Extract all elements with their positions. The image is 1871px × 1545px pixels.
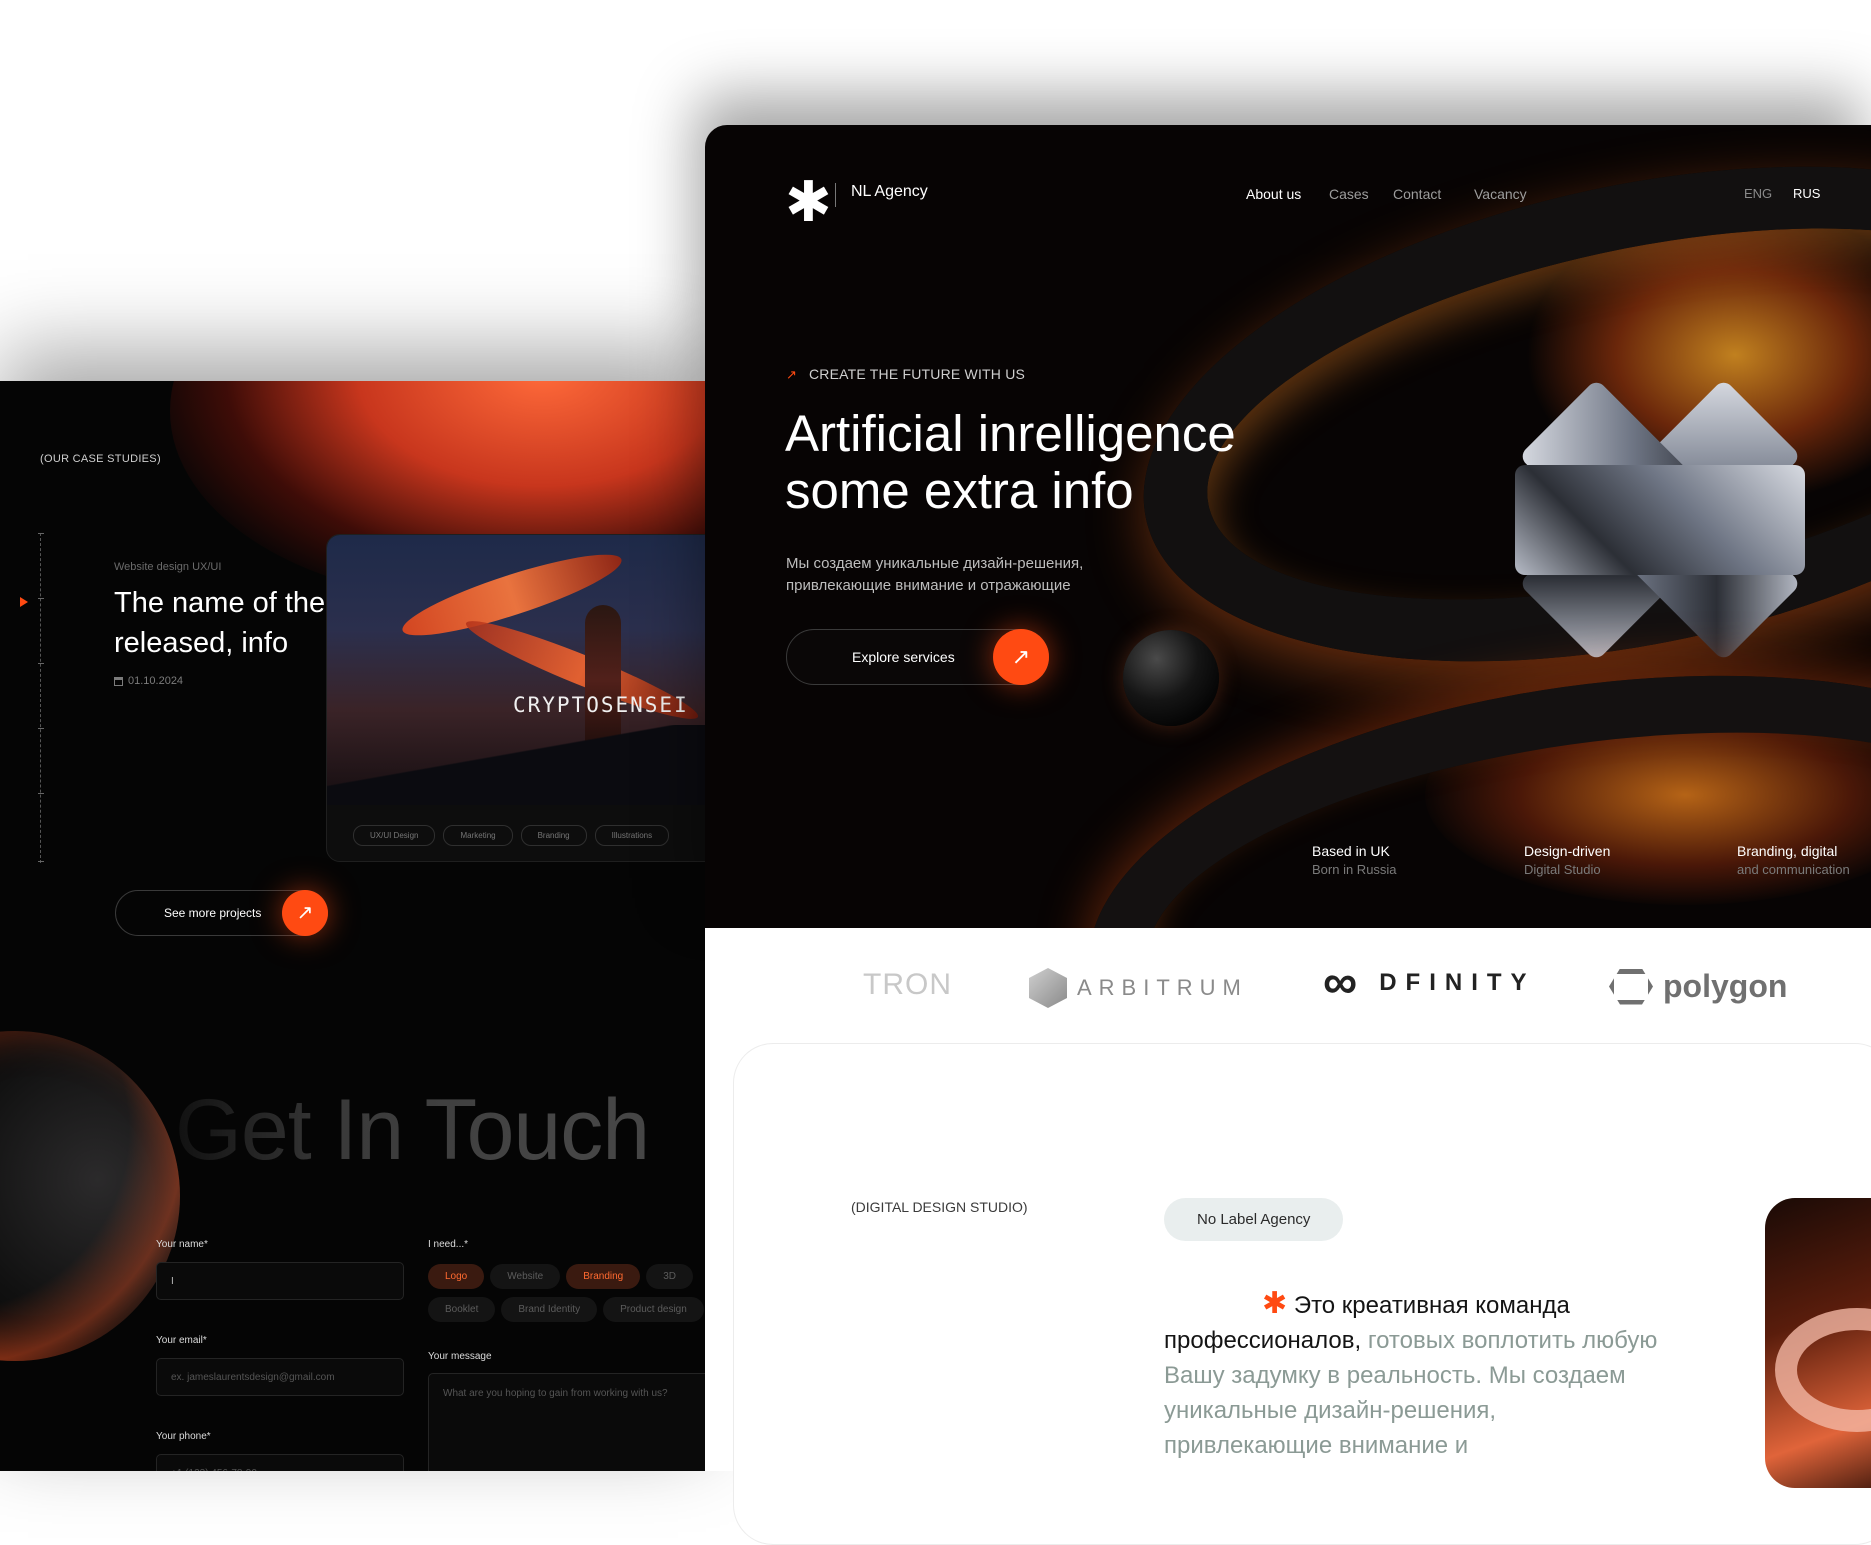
option-chip-logo[interactable]: Logo [428, 1264, 485, 1289]
tron-name: TRON [863, 968, 952, 1001]
about-text: ✱ Это креативная команда профессионалов,… [1164, 1286, 1664, 1463]
option-chip-brand-identity[interactable]: Brand Identity [501, 1297, 598, 1322]
service-options: Logo Website Branding 3D Booklet Brand Ident… [428, 1264, 706, 1330]
case-date: 01.10.2024 [114, 675, 183, 687]
brand-logo-arbitrum: ARBITRUM [1029, 968, 1248, 1008]
option-chip-product-design[interactable]: Product design [603, 1297, 704, 1322]
dfinity-name: DFINITY [1379, 969, 1536, 996]
stat-subtitle: Digital Studio [1524, 862, 1601, 877]
phone-label: Your phone* [156, 1431, 211, 1442]
lang-rus[interactable]: RUS [1793, 186, 1820, 201]
ring-decoration [1775, 1308, 1871, 1432]
hero-eyebrow: CREATE THE FUTURE WITH US [809, 366, 1026, 382]
option-chip-branding[interactable]: Branding [566, 1264, 641, 1289]
name-field[interactable]: I [156, 1262, 404, 1300]
email-label: Your email* [156, 1335, 207, 1346]
hero-panel: ✱ NL Agency About us Cases Contact Vacan… [705, 125, 1871, 928]
white-section: TRON ARBITRUM ∞ DFINITY polygon (DIGITAL… [705, 928, 1871, 1545]
project-tag[interactable]: UX/UI Design [353, 825, 436, 846]
asterisk-icon: ✱ [1262, 1286, 1288, 1321]
metal-star-decoration [1515, 465, 1805, 575]
dark-ball-decoration [1123, 630, 1219, 726]
timeline-tick [38, 793, 44, 794]
agency-pill[interactable]: No Label Agency [1164, 1198, 1344, 1241]
brand-logo-polygon: polygon [1609, 968, 1787, 1005]
project-image[interactable]: CRYPTOSENSEI [327, 535, 706, 805]
hero-subtitle: Мы создаем уникальные дизайн-решения, пр… [786, 555, 1084, 594]
arrow-up-right-icon[interactable]: ↗ [282, 890, 328, 936]
arbitrum-name: ARBITRUM [1077, 975, 1248, 1000]
asterisk-logo-icon[interactable]: ✱ [785, 175, 832, 231]
nav-cases[interactable]: Cases [1329, 186, 1369, 202]
see-more-projects-button[interactable]: See more projects ↗ [115, 890, 328, 936]
stat-item: Branding, digital and communication [1737, 843, 1850, 877]
polygon-name: polygon [1663, 968, 1788, 1004]
stat-subtitle: and communication [1737, 862, 1850, 877]
brand-logo-tron: TRON [863, 968, 952, 1002]
project-tag[interactable]: Illustrations [594, 825, 670, 846]
project-tags: UX/UI Design Marketing Branding Illustra… [353, 825, 670, 846]
explore-services-button[interactable]: Explore services ↗ [786, 629, 1049, 685]
timeline [38, 533, 44, 863]
see-more-label: See more projects [164, 906, 262, 920]
timeline-tick [38, 861, 44, 862]
nav-vacancy[interactable]: Vacancy [1474, 186, 1527, 202]
case-studies-label: (OUR CASE STUDIES) [40, 453, 161, 465]
get-in-touch-heading: Get In Touch [175, 1082, 650, 1178]
about-image [1765, 1198, 1871, 1488]
stat-title: Branding, digital [1737, 843, 1838, 859]
message-field[interactable]: What are you hoping to gain from working… [428, 1373, 706, 1471]
phone-field[interactable]: +1 (123) 456-78-90 [156, 1454, 404, 1471]
case-studies-panel: (OUR CASE STUDIES) Website design UX/UI … [0, 381, 706, 1471]
project-tag[interactable]: Branding [520, 825, 587, 846]
brand-logo-dfinity: ∞ DFINITY [1323, 956, 1536, 1009]
nav-about-us[interactable]: About us [1246, 186, 1301, 202]
case-category: Website design UX/UI [114, 561, 222, 573]
stat-item: Design-driven Digital Studio [1524, 843, 1610, 877]
lang-eng[interactable]: ENG [1744, 186, 1772, 201]
stat-subtitle: Born in Russia [1312, 862, 1397, 877]
option-chip-website[interactable]: Website [490, 1264, 561, 1289]
project-card[interactable]: CRYPTOSENSEI UX/UI Design Marketing Bran… [326, 534, 706, 862]
timeline-tick [38, 598, 44, 599]
message-label: Your message [428, 1351, 492, 1362]
infinity-icon: ∞ [1323, 956, 1358, 1009]
arbitrum-icon [1029, 968, 1067, 1008]
stat-item: Based in UK Born in Russia [1312, 843, 1397, 877]
sphere-rim-glow [0, 1031, 180, 1361]
case-date-text: 01.10.2024 [128, 675, 184, 687]
brand-name[interactable]: NL Agency [851, 183, 928, 201]
timeline-tick [38, 728, 44, 729]
polygon-icon [1609, 968, 1653, 1005]
option-chip-3d[interactable]: 3D [646, 1264, 694, 1289]
need-label: I need...* [428, 1239, 469, 1250]
trend-up-icon: ↗ [786, 367, 797, 382]
mountains [327, 725, 706, 805]
stat-title: Based in UK [1312, 843, 1390, 859]
name-label: Your name* [156, 1239, 208, 1250]
explore-label: Explore services [852, 649, 955, 665]
hero-title: Artificial inrelligence some extra info [785, 405, 1236, 519]
email-field[interactable]: ex. jameslaurentsdesign@gmail.com [156, 1358, 404, 1396]
nav-contact[interactable]: Contact [1393, 186, 1441, 202]
calendar-icon [114, 676, 123, 686]
studio-label: (DIGITAL DESIGN STUDIO) [851, 1199, 1028, 1215]
arrow-up-right-icon[interactable]: ↗ [993, 629, 1049, 685]
option-chip-booklet[interactable]: Booklet [428, 1297, 496, 1322]
stat-title: Design-driven [1524, 843, 1611, 859]
project-tag[interactable]: Marketing [443, 825, 513, 846]
project-image-title: CRYPTOSENSEI [513, 693, 689, 717]
timeline-pointer-icon[interactable] [20, 597, 28, 607]
timeline-tick [38, 533, 44, 534]
logo-divider [835, 183, 836, 207]
timeline-tick [38, 663, 44, 664]
